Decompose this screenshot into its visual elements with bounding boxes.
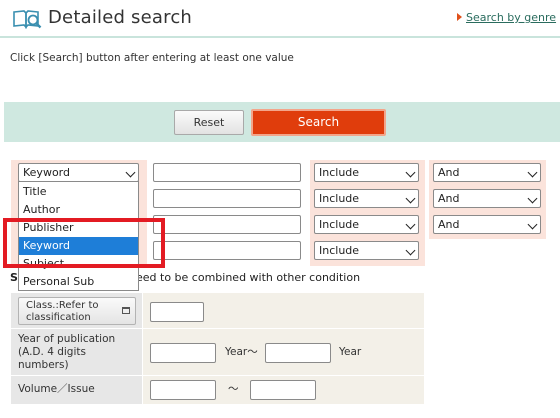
operator-select-3[interactable]: And bbox=[433, 215, 541, 234]
volume-separator: 〜 bbox=[228, 383, 239, 395]
arrow-right-icon bbox=[457, 13, 462, 21]
year-from-input[interactable] bbox=[150, 343, 216, 363]
field-select-1[interactable]: Keyword bbox=[18, 163, 139, 182]
dropdown-option-author[interactable]: Author bbox=[19, 201, 138, 219]
volume-to-input[interactable] bbox=[250, 380, 316, 400]
field-select-value: Keyword bbox=[23, 166, 70, 179]
condition-input-3[interactable] bbox=[153, 215, 301, 234]
condition-input-2[interactable] bbox=[153, 189, 301, 208]
chevron-down-icon bbox=[405, 245, 416, 256]
year-label: Year of publication (A.D. 4 digits numbe… bbox=[18, 333, 116, 371]
condition-input-4[interactable] bbox=[153, 241, 301, 260]
mode-select-value: Include bbox=[319, 218, 360, 231]
mode-select-value: Include bbox=[319, 192, 360, 205]
mode-select-1[interactable]: Include bbox=[314, 163, 419, 182]
operator-select-value: And bbox=[438, 166, 460, 179]
volume-from-input[interactable] bbox=[150, 380, 216, 400]
year-to-input[interactable] bbox=[265, 343, 331, 363]
mode-select-value: Include bbox=[319, 166, 360, 179]
year-from-suffix: Year〜 bbox=[225, 346, 258, 358]
dropdown-option-title[interactable]: Title bbox=[19, 183, 138, 201]
classification-button-label: Class.:Refer to classification bbox=[26, 300, 99, 323]
mode-select-4[interactable]: Include bbox=[314, 241, 419, 260]
instruction-text: Click [Search] button after entering at … bbox=[10, 52, 294, 64]
chevron-down-icon bbox=[405, 219, 416, 230]
search-by-genre-link[interactable]: Search by genre bbox=[466, 11, 556, 24]
note-suffix: leed to be combined with other condition bbox=[132, 271, 361, 284]
reset-button[interactable]: Reset bbox=[174, 110, 244, 135]
chevron-down-icon bbox=[405, 193, 416, 204]
book-search-icon bbox=[13, 10, 42, 29]
chevron-down-icon bbox=[527, 167, 538, 178]
search-button[interactable]: Search bbox=[251, 109, 386, 136]
chevron-down-icon bbox=[125, 167, 136, 178]
dropdown-option-personal-sub[interactable]: Personal Sub bbox=[19, 273, 138, 291]
note-prefix: S bbox=[10, 271, 18, 284]
window-icon bbox=[122, 307, 130, 314]
highlight-box bbox=[3, 218, 165, 268]
operator-select-1[interactable]: And bbox=[433, 163, 541, 182]
page-title: Detailed search bbox=[48, 7, 193, 28]
mode-select-3[interactable]: Include bbox=[314, 215, 419, 234]
operator-select-2[interactable]: And bbox=[433, 189, 541, 208]
mode-select-2[interactable]: Include bbox=[314, 189, 419, 208]
chevron-down-icon bbox=[527, 219, 538, 230]
mode-select-value: Include bbox=[319, 244, 360, 257]
year-to-suffix: Year bbox=[339, 346, 362, 358]
classification-input[interactable] bbox=[150, 302, 204, 322]
volume-label: Volume／Issue bbox=[18, 383, 95, 395]
chevron-down-icon bbox=[527, 193, 538, 204]
condition-input-1[interactable] bbox=[153, 163, 301, 182]
operator-select-value: And bbox=[438, 192, 460, 205]
chevron-down-icon bbox=[405, 167, 416, 178]
operator-select-value: And bbox=[438, 218, 460, 231]
